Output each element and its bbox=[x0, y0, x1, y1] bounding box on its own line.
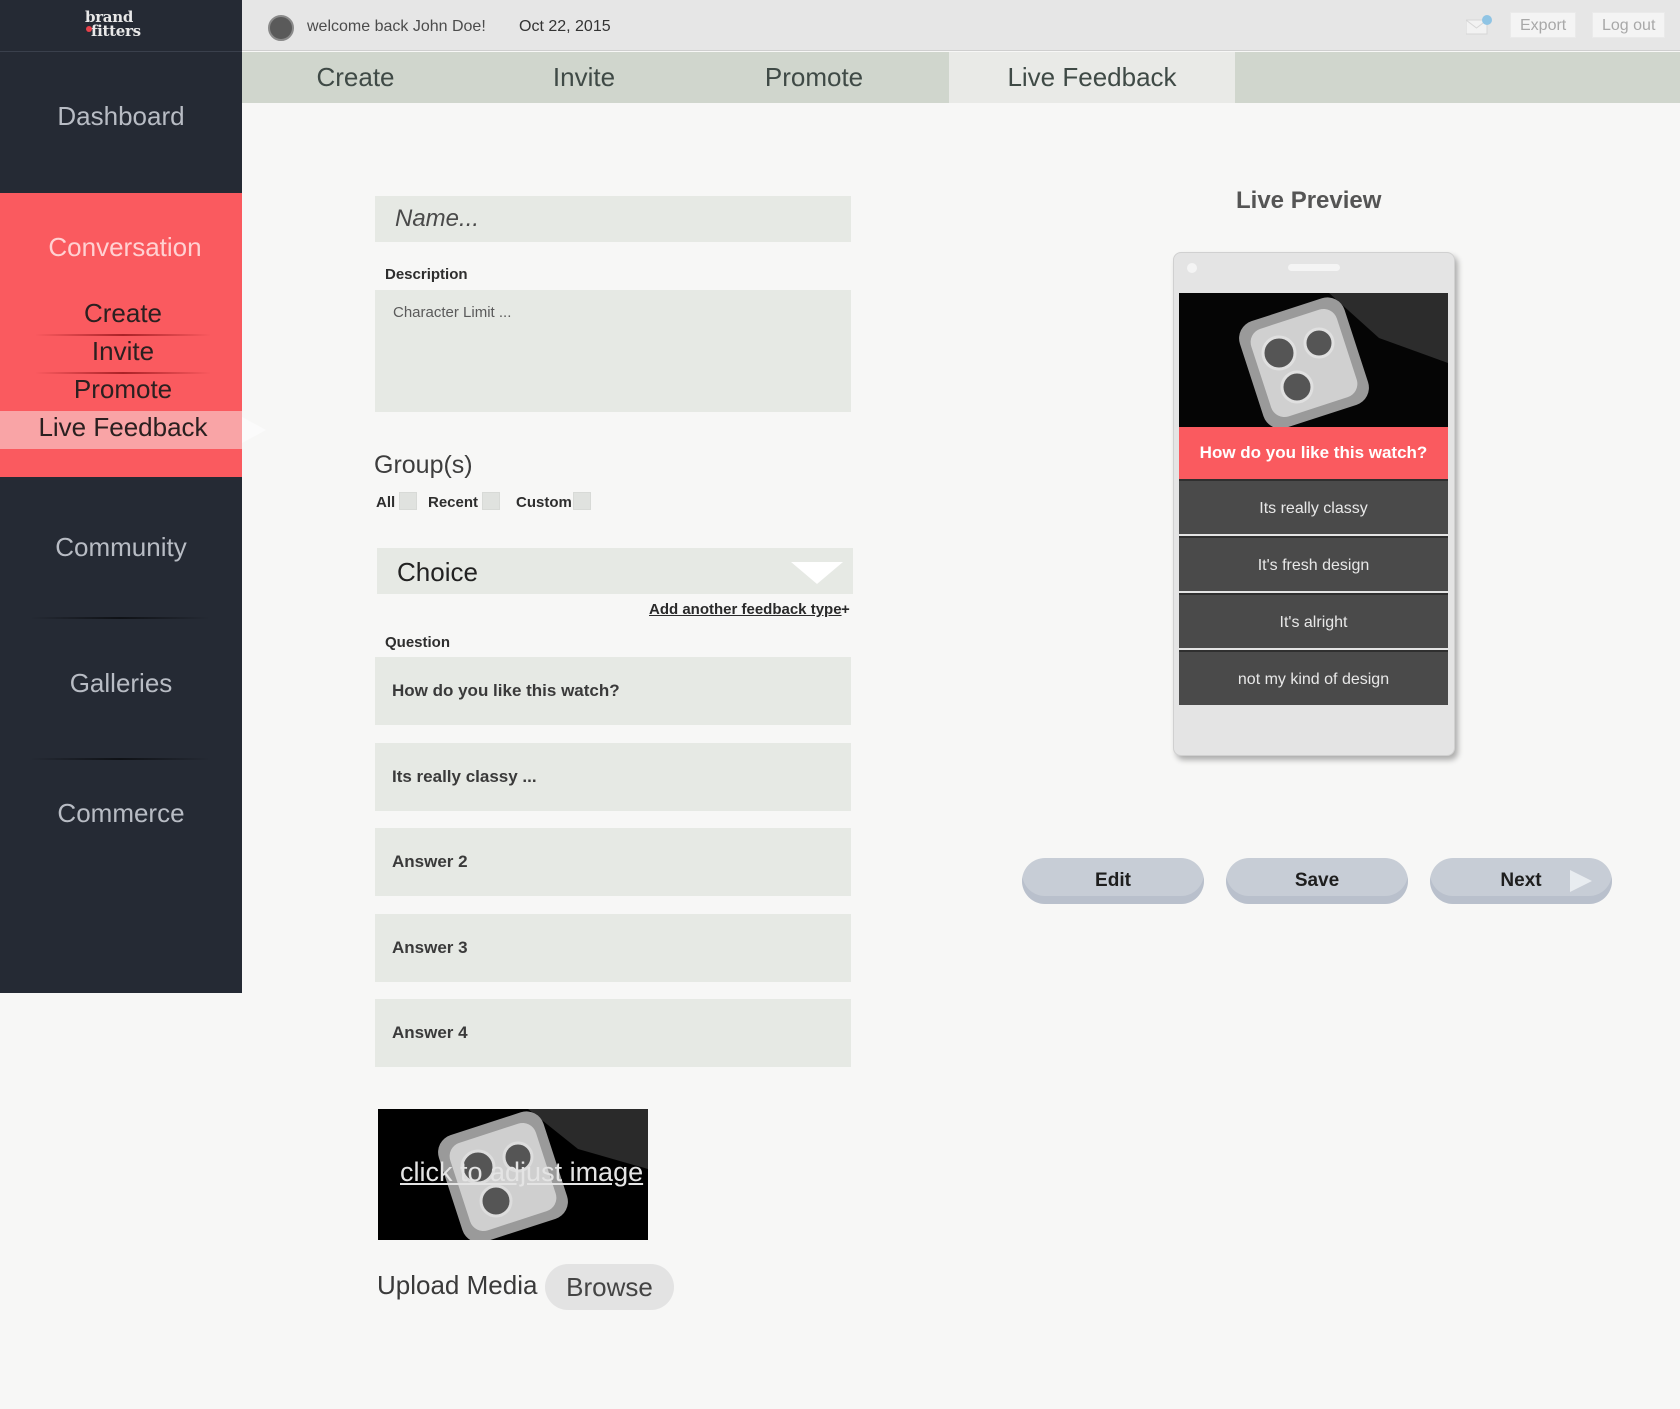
preview-question: How do you like this watch? bbox=[1179, 427, 1448, 479]
answer-1-text: Its really classy ... bbox=[392, 767, 537, 786]
sidebar-item-conversation[interactable]: Conversation bbox=[0, 232, 250, 263]
logout-button[interactable]: Log out bbox=[1592, 12, 1666, 38]
tab-invite[interactable]: Invite bbox=[469, 52, 699, 103]
answer-4-text: Answer 4 bbox=[392, 1023, 468, 1042]
arrow-right-icon bbox=[1570, 870, 1592, 892]
media-thumbnail[interactable]: click to adjust image bbox=[378, 1109, 648, 1240]
group-recent-label: Recent bbox=[428, 494, 479, 511]
welcome-message: welcome back John Doe! bbox=[307, 18, 486, 35]
groups-title: Group(s) bbox=[374, 451, 473, 479]
group-custom-checkbox[interactable] bbox=[573, 492, 591, 510]
feedback-type-value: Choice bbox=[397, 557, 478, 587]
active-pointer-arrow bbox=[242, 417, 266, 443]
group-custom-label: Custom bbox=[516, 494, 572, 511]
phone-camera bbox=[1187, 263, 1197, 273]
chevron-down-icon bbox=[791, 562, 843, 584]
sidebar-item-commerce[interactable]: Commerce bbox=[0, 798, 242, 829]
description-textarea[interactable] bbox=[375, 290, 851, 412]
next-button[interactable]: Next bbox=[1430, 858, 1612, 904]
feedback-type-select[interactable]: Choice bbox=[377, 548, 853, 594]
add-feedback-plus: + bbox=[841, 601, 850, 618]
preview-image bbox=[1179, 293, 1448, 427]
tab-create[interactable]: Create bbox=[242, 52, 469, 103]
tab-promote[interactable]: Promote bbox=[699, 52, 929, 103]
live-preview-title: Live Preview bbox=[1236, 187, 1382, 214]
save-button[interactable]: Save bbox=[1226, 858, 1408, 904]
browse-button[interactable]: Browse bbox=[545, 1264, 674, 1310]
answer-4-input[interactable]: Answer 4 bbox=[375, 999, 851, 1067]
name-input[interactable] bbox=[375, 196, 851, 242]
heart-icon bbox=[86, 26, 92, 32]
preview-option-1[interactable]: Its really classy bbox=[1179, 479, 1448, 534]
tab-bar: Create Invite Promote Live Feedback bbox=[242, 52, 1680, 103]
description-label: Description bbox=[385, 266, 468, 283]
edit-button[interactable]: Edit bbox=[1022, 858, 1204, 904]
group-all-label: All bbox=[376, 494, 396, 511]
group-recent-checkbox[interactable] bbox=[482, 492, 500, 510]
answer-1-input[interactable]: Its really classy ... bbox=[375, 743, 851, 811]
export-button[interactable]: Export bbox=[1510, 12, 1577, 38]
phone-preview: How do you like this watch? Its really c… bbox=[1173, 252, 1455, 756]
answer-3-input[interactable]: Answer 3 bbox=[375, 914, 851, 982]
sidebar-section-conversation: Conversation Create Invite Promote Live … bbox=[0, 193, 242, 477]
brand-logo-text: brand fitters bbox=[85, 10, 141, 40]
top-bar: welcome back John Doe! Oct 22, 2015 Expo… bbox=[242, 0, 1680, 51]
sidebar-subitem-create[interactable]: Create bbox=[0, 298, 246, 329]
sidebar-subitem-invite[interactable]: Invite bbox=[0, 336, 246, 367]
sidebar: brand fitters Dashboard Conversation Cre… bbox=[0, 0, 242, 993]
sidebar-item-community[interactable]: Community bbox=[0, 532, 242, 563]
adjust-image-link[interactable]: click to adjust image bbox=[400, 1157, 643, 1188]
sidebar-subitem-promote[interactable]: Promote bbox=[0, 374, 246, 405]
upload-media-label: Upload Media bbox=[377, 1270, 538, 1300]
sidebar-subitem-live-feedback[interactable]: Live Feedback bbox=[0, 412, 246, 443]
preview-option-2[interactable]: It's fresh design bbox=[1179, 536, 1448, 591]
question-label: Question bbox=[385, 634, 451, 651]
group-all-checkbox[interactable] bbox=[399, 492, 417, 510]
sidebar-item-galleries[interactable]: Galleries bbox=[0, 668, 242, 699]
question-text: How do you like this watch? bbox=[392, 681, 620, 700]
answer-2-input[interactable]: Answer 2 bbox=[375, 828, 851, 896]
current-date: Oct 22, 2015 bbox=[519, 18, 611, 35]
sidebar-divider bbox=[30, 758, 210, 760]
answer-2-text: Answer 2 bbox=[392, 852, 468, 871]
sidebar-item-dashboard[interactable]: Dashboard bbox=[0, 101, 242, 132]
preview-option-3[interactable]: It's alright bbox=[1179, 593, 1448, 648]
sidebar-divider bbox=[30, 617, 210, 619]
phone-speaker bbox=[1288, 264, 1340, 271]
watch-image bbox=[1179, 293, 1448, 427]
question-input[interactable]: How do you like this watch? bbox=[375, 657, 851, 725]
add-feedback-type-link[interactable]: Add another feedback type bbox=[649, 601, 842, 618]
tab-live-feedback[interactable]: Live Feedback bbox=[949, 52, 1235, 103]
next-button-label: Next bbox=[1500, 870, 1542, 891]
brand-line-2: fitters bbox=[91, 22, 141, 40]
preview-option-4[interactable]: not my kind of design bbox=[1179, 650, 1448, 705]
brand-logo[interactable]: brand fitters bbox=[0, 0, 242, 52]
answer-3-text: Answer 3 bbox=[392, 938, 468, 957]
mail-icon[interactable] bbox=[1466, 15, 1492, 35]
avatar[interactable] bbox=[268, 15, 294, 41]
